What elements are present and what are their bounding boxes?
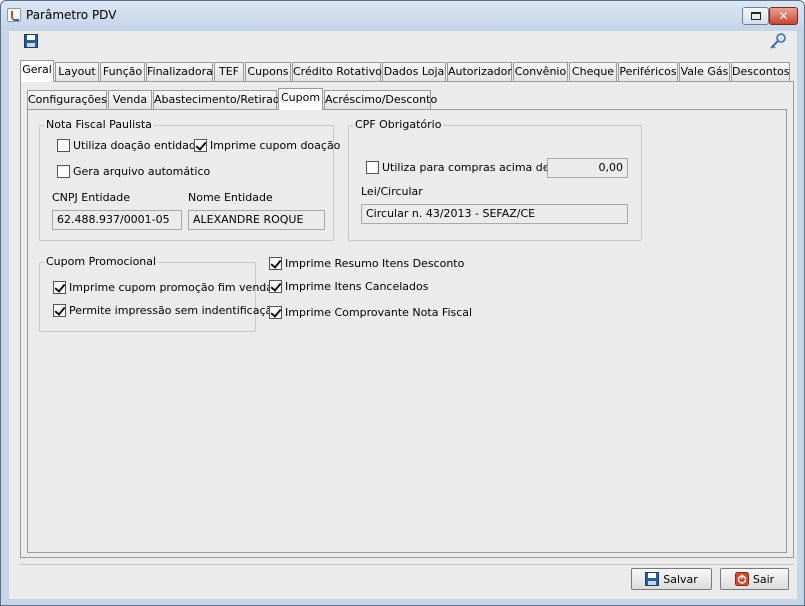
imprime-promocao-checkbox[interactable]: Imprime cupom promoção fim venda [53,281,273,294]
imprime-cupom-doacao-checkbox[interactable]: Imprime cupom doação [194,139,340,152]
cnpj-entidade-field[interactable]: 62.488.937/0001-05 [52,210,182,230]
checkbox-box[interactable] [57,139,70,152]
window-title: Parâmetro PDV [26,8,117,22]
checkbox-label: Utiliza doação entidade [73,139,203,152]
nota-fiscal-paulista-group: Nota Fiscal Paulista Utiliza doação enti… [39,118,340,241]
checkbox-box[interactable] [53,304,66,317]
imprime-resumo-itens-checkbox[interactable]: Imprime Resumo Itens Desconto [269,257,464,270]
checkbox-label: Imprime Itens Cancelados [285,280,429,293]
group-title: CPF Obrigatório [353,118,444,131]
tab-vale-gas[interactable]: Vale Gás [679,62,730,81]
utiliza-compras-acima-checkbox[interactable]: Utiliza para compras acima de R$ [366,161,568,174]
tab-autorizador[interactable]: Autorizador [447,62,512,81]
geral-tab-panel: Configurações Venda Abastecimento/Retira… [20,81,794,558]
checkbox-label: Imprime Resumo Itens Desconto [285,257,465,270]
checkbox-label: Imprime cupom doação [210,139,341,152]
imprime-itens-cancelados-checkbox[interactable]: Imprime Itens Cancelados [269,280,428,293]
cpf-obrigatorio-group: CPF Obrigatório Utiliza para compras aci… [348,118,642,241]
cupom-tab-panel: Nota Fiscal Paulista Utiliza doação enti… [27,109,787,553]
close-button[interactable]: ✕ [769,7,798,25]
salvar-button[interactable]: Salvar [631,568,712,590]
nome-entidade-label: Nome Entidade [188,191,273,204]
cnpj-label: CNPJ Entidade [52,191,131,204]
subtab-abastecimento-retirada[interactable]: Abastecimento/Retirada [153,90,287,109]
checkbox-label: Imprime Comprovante Nota Fiscal [285,306,473,319]
checkbox-label: Imprime cupom promoção fim venda [69,281,274,294]
checkbox-label: Utiliza para compras acima de R$ [382,161,568,174]
lei-circular-label: Lei/Circular [361,185,423,198]
floppy-disk-icon [645,572,660,586]
group-title: Nota Fiscal Paulista [44,118,154,131]
key-icon[interactable] [769,33,787,49]
subtab-cupom[interactable]: Cupom [278,88,323,110]
utiliza-doacao-checkbox[interactable]: Utiliza doação entidade [57,139,203,152]
button-bar: Salvar Sair [20,564,794,592]
subtab-configuracoes[interactable]: Configurações [27,90,107,109]
checkbox-box[interactable] [269,280,282,293]
checkbox-label: Permite impressão sem indentificação [69,304,279,317]
java-app-icon [7,8,21,22]
group-title: Cupom Promocional [44,255,159,268]
tab-credito-rotativo[interactable]: Crédito Rotativo [292,62,382,81]
tab-layout[interactable]: Layout [55,62,99,81]
tab-funcao[interactable]: Função [100,62,145,81]
nome-entidade-field[interactable]: ALEXANDRE ROQUE [188,210,325,230]
checkbox-box[interactable] [57,165,70,178]
button-label: Sair [752,572,775,586]
application-window: Parâmetro PDV ✕ Geral Layout Função Fina… [0,0,805,606]
title-bar[interactable]: Parâmetro PDV ✕ [1,1,804,31]
valor-minimo-field[interactable]: 0,00 [547,158,628,178]
button-label: Salvar [663,572,698,586]
tab-cheque[interactable]: Cheque [569,62,617,81]
window-client: Geral Layout Função Finalizadora TEF Cup… [9,31,797,599]
restore-button[interactable] [742,7,769,25]
tab-geral[interactable]: Geral [20,60,54,82]
cupom-promocional-group: Cupom Promocional Imprime cupom promoção… [39,255,279,332]
restore-icon [751,12,761,20]
gera-arquivo-checkbox[interactable]: Gera arquivo automático [57,165,210,178]
sair-button[interactable]: Sair [720,568,789,590]
tab-tef[interactable]: TEF [214,62,244,81]
close-icon: ✕ [778,9,789,23]
imprime-comprovante-nf-checkbox[interactable]: Imprime Comprovante Nota Fiscal [269,306,472,319]
tab-convenio[interactable]: Convênio [513,62,568,81]
subtab-acrescimo-desconto[interactable]: Acréscimo/Desconto [324,90,437,109]
tab-perifericos[interactable]: Periféricos [618,62,678,81]
tab-cupons[interactable]: Cupons [245,62,291,81]
lei-circular-field[interactable]: Circular n. 43/2013 - SEFAZ/CE [361,204,628,224]
floppy-disk-icon[interactable] [24,34,38,48]
subtab-venda[interactable]: Venda [108,90,152,109]
checkbox-box[interactable] [269,257,282,270]
checkbox-box[interactable] [366,161,379,174]
checkbox-box[interactable] [194,139,207,152]
checkbox-box[interactable] [53,281,66,294]
checkbox-label: Gera arquivo automático [73,165,211,178]
tab-finalizadora[interactable]: Finalizadora [146,62,213,81]
tab-dados-loja[interactable]: Dados Loja [382,62,446,81]
tab-descontos[interactable]: Descontos [731,62,790,81]
power-icon [734,572,749,586]
checkbox-box[interactable] [269,306,282,319]
permite-impressao-checkbox[interactable]: Permite impressão sem indentificação [53,304,279,317]
